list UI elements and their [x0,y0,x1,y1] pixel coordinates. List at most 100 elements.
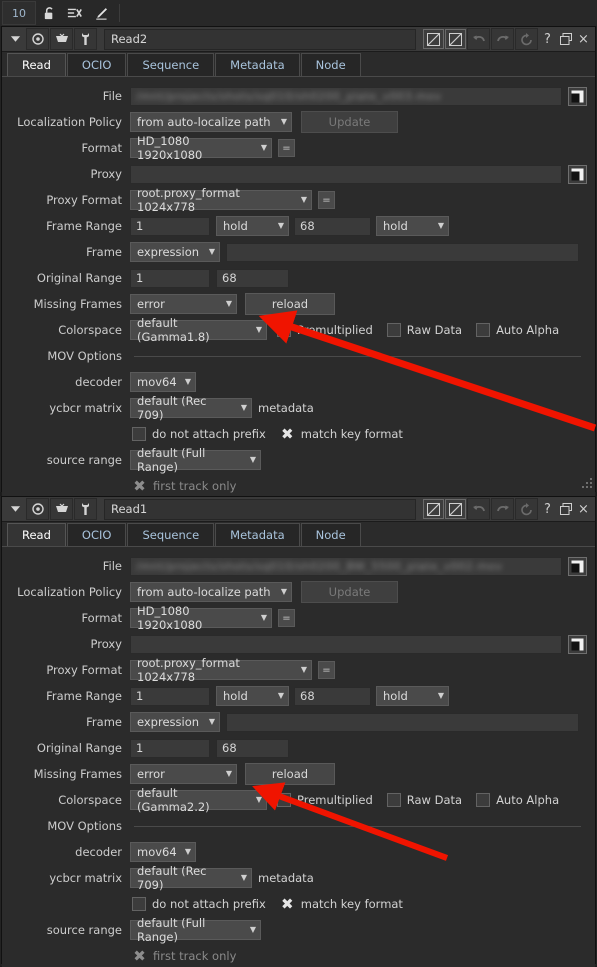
reload-button[interactable]: reload [245,293,335,315]
frame-range-first-input[interactable]: 1 [130,216,210,236]
original-range-first-input[interactable]: 1 [130,738,210,758]
proxy-format-equals-button[interactable]: = [318,661,335,679]
file-input[interactable]: /mnt/projects/shots/sq010/sh0200_plate_v… [130,86,562,106]
frame-mode-dropdown[interactable]: expression ▼ [130,712,220,732]
colorspace-dropdown[interactable]: default (Gamma2.2) ▼ [130,786,267,814]
close-icon[interactable]: × [575,499,592,519]
raw-data-checkbox[interactable] [386,323,401,337]
source-range-dropdown[interactable]: default (Full Range) ▼ [130,446,261,474]
proxy-input[interactable] [130,634,562,654]
row-missing-frames: Missing Frames error ▼ reload [2,293,587,315]
close-icon[interactable]: × [575,29,592,49]
match-key-format-checkbox[interactable]: ✖ [280,896,295,912]
proxy-format-dropdown[interactable]: root.proxy_format 1024x778 ▼ [130,186,312,214]
original-range-first-input[interactable]: 1 [130,268,210,288]
frame-counter-field[interactable]: 10 [2,1,36,25]
format-dropdown[interactable]: HD_1080 1920x1080 ▼ [130,134,272,162]
ycbcr-matrix-dropdown[interactable]: default (Rec 709) ▼ [130,864,252,892]
node-name-field[interactable]: Read2 [104,28,416,50]
file-browse-icon[interactable] [568,556,587,576]
original-range-last-input[interactable]: 68 [216,738,289,758]
tab-read[interactable]: Read [7,53,66,76]
panel-header: Read1 ? × [2,497,595,522]
source-range-label: source range [46,453,122,467]
premultiplied-checkbox[interactable] [277,323,291,337]
split-b-icon[interactable] [445,29,466,49]
frame-mode-dropdown[interactable]: expression ▼ [130,242,220,262]
pencil-icon[interactable] [88,2,114,24]
chevron-down-icon[interactable] [5,29,25,49]
frame-range-before-dropdown[interactable]: hold ▼ [216,216,289,236]
frame-range-first-input[interactable]: 1 [130,686,210,706]
proxy-input[interactable] [130,164,562,184]
help-icon[interactable]: ? [539,29,556,49]
node-name-field[interactable]: Read1 [104,498,416,520]
split-a-icon[interactable] [423,29,444,49]
missing-frames-dropdown[interactable]: error ▼ [130,294,237,314]
wrench-icon[interactable] [74,28,97,50]
panel-body: File /mnt/projects/shots/sq010/sh0200_pl… [2,77,595,497]
format-equals-button[interactable]: = [278,139,295,157]
colorspace-dropdown[interactable]: default (Gamma1.8) ▼ [130,316,267,344]
localization-policy-dropdown[interactable]: from auto-localize path ▼ [130,582,292,602]
tab-ocio[interactable]: OCIO [66,523,127,546]
target-icon[interactable] [26,28,49,50]
tab-sequence[interactable]: Sequence [127,53,215,76]
help-icon[interactable]: ? [539,499,556,519]
source-range-dropdown[interactable]: default (Full Range) ▼ [130,916,261,944]
first-track-only-label: first track only [153,479,237,493]
mask-icon[interactable] [50,28,73,50]
float-window-icon[interactable] [557,29,574,49]
frame-expression-input[interactable] [226,712,579,732]
proxy-browse-icon[interactable] [568,634,587,654]
tab-sequence[interactable]: Sequence [127,523,215,546]
split-a-icon[interactable] [423,499,444,519]
split-b-icon[interactable] [445,499,466,519]
auto-alpha-checkbox[interactable] [476,323,491,337]
target-icon[interactable] [26,498,49,520]
frame-expression-input[interactable] [226,242,579,262]
padlock-icon[interactable] [36,2,62,24]
premultiplied-checkbox[interactable] [277,793,291,807]
chevron-down-icon: ▼ [255,325,262,334]
format-equals-button[interactable]: = [278,609,295,627]
file-input[interactable]: /mnt/projects/shots/sq010/sh0200_BW_5500… [130,556,562,576]
proxy-format-dropdown[interactable]: root.proxy_format 1024x778 ▼ [130,656,312,684]
frame-range-before-dropdown[interactable]: hold ▼ [216,686,289,706]
localization-policy-dropdown[interactable]: from auto-localize path ▼ [130,112,292,132]
missing-frames-dropdown[interactable]: error ▼ [130,764,237,784]
proxy-format-equals-button[interactable]: = [318,191,335,209]
raw-data-checkbox[interactable] [386,793,401,807]
frame-range-after-dropdown[interactable]: hold ▼ [376,686,449,706]
tab-read[interactable]: Read [7,523,66,546]
file-browse-icon[interactable] [568,86,587,106]
original-range-last-input[interactable]: 68 [216,268,289,288]
wrench-icon[interactable] [74,498,97,520]
source-range-value: default (Full Range) [137,446,206,474]
decoder-dropdown[interactable]: mov64 ▼ [130,842,196,862]
decoder-dropdown[interactable]: mov64 ▼ [130,372,196,392]
ycbcr-matrix-dropdown[interactable]: default (Rec 709) ▼ [130,394,252,422]
resize-grip[interactable] [581,477,593,489]
tab-metadata[interactable]: Metadata [215,53,300,76]
chevron-down-icon[interactable] [5,499,25,519]
no-script-icon[interactable] [62,2,88,24]
frame-range-after-dropdown[interactable]: hold ▼ [376,216,449,236]
proxy-browse-icon[interactable] [568,164,587,184]
float-window-icon[interactable] [557,499,574,519]
auto-alpha-checkbox[interactable] [476,793,491,807]
do-not-attach-prefix-checkbox[interactable] [132,427,146,441]
update-button[interactable]: Update [301,581,398,603]
tab-node[interactable]: Node [300,523,361,546]
tab-metadata[interactable]: Metadata [215,523,300,546]
format-dropdown[interactable]: HD_1080 1920x1080 ▼ [130,604,272,632]
mask-icon[interactable] [50,498,73,520]
do-not-attach-prefix-checkbox[interactable] [132,897,146,911]
frame-range-last-input[interactable]: 68 [294,686,371,706]
match-key-format-checkbox[interactable]: ✖ [280,426,295,442]
reload-button[interactable]: reload [245,763,335,785]
update-button[interactable]: Update [301,111,398,133]
tab-node[interactable]: Node [300,53,361,76]
tab-ocio[interactable]: OCIO [66,53,127,76]
frame-range-last-input[interactable]: 68 [294,216,371,236]
